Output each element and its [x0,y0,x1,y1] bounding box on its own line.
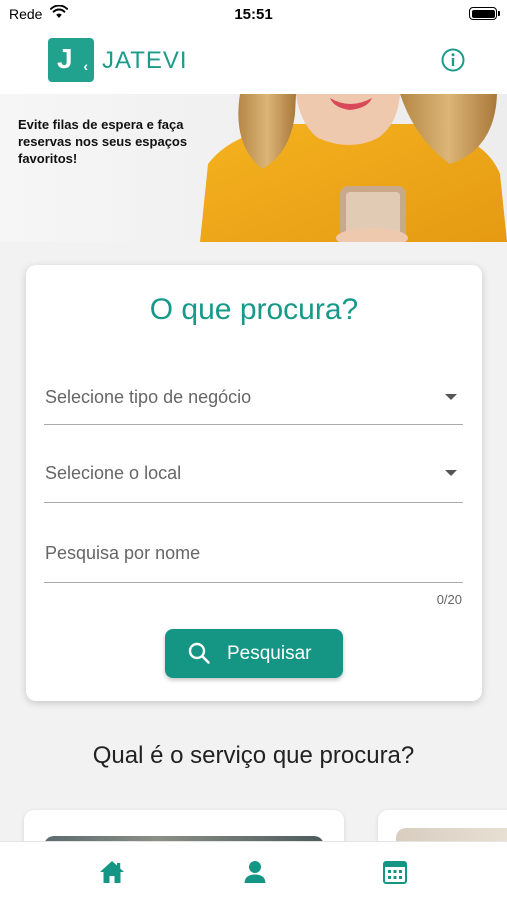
clock: 15:51 [234,6,273,23]
business-type-placeholder: Selecione tipo de negócio [45,387,252,407]
business-type-select[interactable]: Selecione tipo de negócio [44,365,463,425]
search-card: O que procura? Selecione tipo de negócio… [26,265,482,701]
banner-photo [200,94,507,242]
battery-icon [469,7,500,20]
user-icon[interactable] [240,857,270,887]
name-search-input[interactable]: Pesquisa por nome [44,523,463,583]
info-icon[interactable] [441,48,465,72]
dropdown-arrow-icon [445,470,457,476]
character-counter: 0/20 [436,592,462,607]
home-icon[interactable] [97,857,127,887]
location-placeholder: Selecione o local [45,463,182,483]
status-bar: Rede 15:51 [0,0,507,28]
app-header: J ‹ JATEVI [0,28,507,94]
app-name: JATEVI [102,47,188,74]
logo-mark: ‹ [83,58,88,74]
search-button[interactable]: Pesquisar [165,629,343,678]
location-select[interactable]: Selecione o local [44,445,463,503]
search-icon [188,642,210,664]
banner-text: Evite filas de espera e faça reservas no… [18,117,188,166]
logo: J ‹ [48,38,94,82]
search-button-label: Pesquisar [227,643,312,664]
services-title: Qual é o serviço que procura? [92,742,415,769]
search-title: O que procura? [149,293,359,326]
dropdown-arrow-icon [445,394,457,400]
bottom-navigation [0,841,507,900]
calendar-icon[interactable] [380,857,410,887]
logo-letter: J [57,43,73,74]
promo-banner: Evite filas de espera e faça reservas no… [0,94,507,242]
name-search-placeholder: Pesquisa por nome [45,543,201,563]
